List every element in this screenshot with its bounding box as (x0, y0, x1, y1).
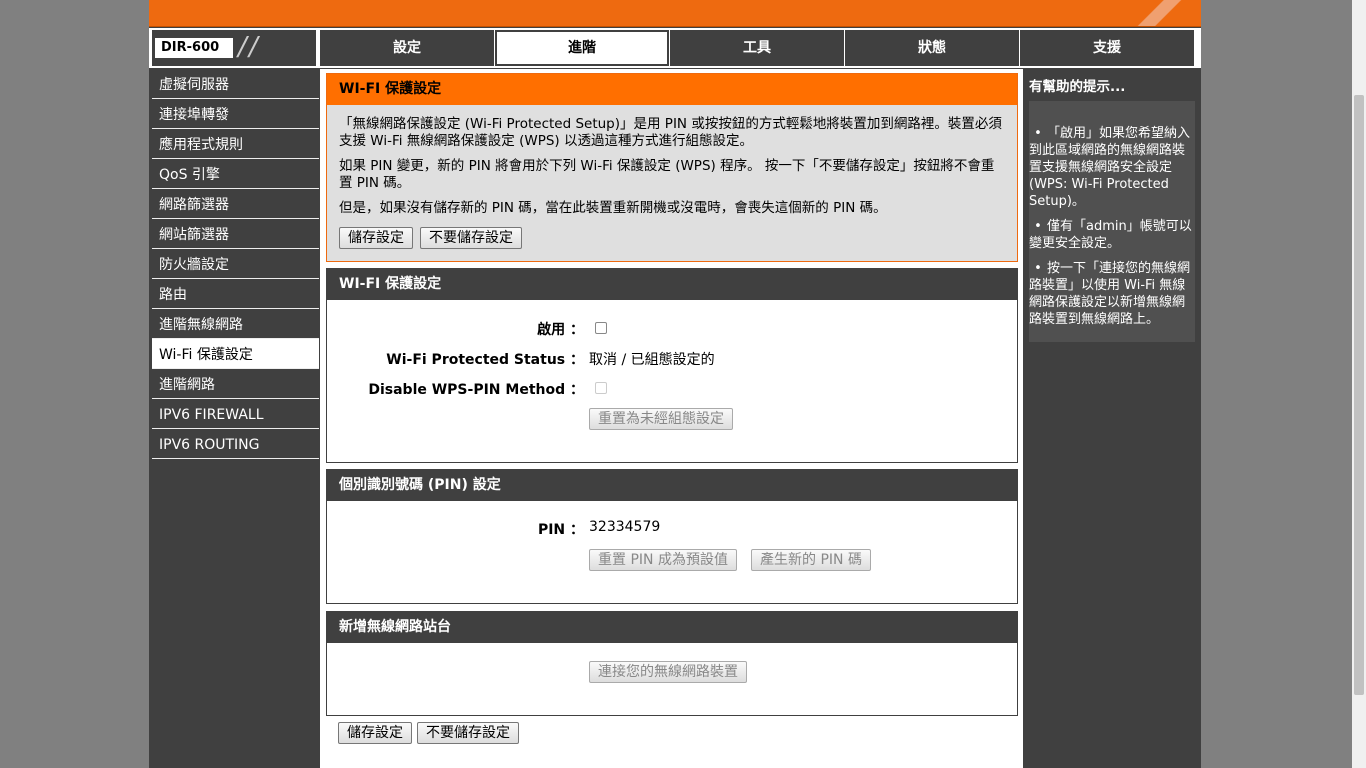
model-slash-decoration: / / (238, 32, 258, 62)
wps-status-label: Wi-Fi Protected Status ： (386, 352, 584, 368)
sidebar-item-website-filter[interactable]: 網站篩選器 (152, 219, 319, 249)
helpful-hints-panel: 有幫助的提示... • 「啟用」如果您希望納入到此區域網路的無線網路裝置支援無線網… (1024, 69, 1200, 768)
intro-paragraph-2: 如果 PIN 變更，新的 PIN 將會用於下列 Wi-Fi 保護設定 (WPS)… (339, 158, 995, 191)
router-page: DIR-600 / / 設定 進階 工具 狀態 支援 虛擬伺服器 連接埠轉發 應… (149, 0, 1201, 768)
pin-title: 個別識別號碼 (PIN) 設定 (327, 470, 1017, 501)
intro-paragraph-3: 但是，如果沒有儲存新的 PIN 碼，當在此裝置重新開機或沒電時，會喪失這個新的 … (339, 200, 887, 216)
wps-status-value: 取消 / 已組態設定的 (589, 352, 715, 368)
sidebar-item-ipv6-routing[interactable]: IPV6 ROUTING (152, 429, 319, 459)
sidebar-item-qos-engine[interactable]: QoS 引擎 (152, 159, 319, 189)
enable-checkbox[interactable] (595, 322, 607, 334)
bullet-icon: • (1034, 219, 1042, 234)
reset-pin-default-button[interactable]: 重置 PIN 成為預設值 (589, 549, 737, 571)
main-content: WI-FI 保護設定 「無線網路保護設定 (Wi-Fi Protected Se… (320, 69, 1023, 768)
add-station-section: 新增無線網路站台 連接您的無線網路裝置 (326, 611, 1018, 716)
sidebar-item-virtual-server[interactable]: 虛擬伺服器 (152, 69, 319, 99)
hint-item: • 「啟用」如果您希望納入到此區域網路的無線網路裝置支援無線網路安全設定 (WPS… (1029, 126, 1191, 209)
hint-item: • 按一下「連接您的無線網路裝置」以使用 Wi-Fi 無線網路保護設定以新增無線網… (1029, 261, 1191, 327)
tab-setup[interactable]: 設定 (320, 30, 494, 66)
banner-decoration (1111, 0, 1201, 26)
bullet-icon: • (1034, 126, 1042, 141)
disable-pin-label: Disable WPS-PIN Method ： (368, 382, 584, 398)
pin-label: PIN ： (537, 522, 584, 538)
header-banner (149, 0, 1201, 27)
pin-section: 個別識別號碼 (PIN) 設定 PIN ： 32334579 重置 PIN 成為… (326, 469, 1018, 604)
wps-title: WI-FI 保護設定 (327, 269, 1017, 300)
tab-support[interactable]: 支援 (1020, 30, 1194, 66)
wps-section: WI-FI 保護設定 啟用 ： Wi-Fi Protected Status ：… (326, 268, 1018, 463)
sidebar-item-advanced-network[interactable]: 進階網路 (152, 369, 319, 399)
hints-title: 有幫助的提示... (1029, 79, 1126, 95)
hint-item: • 僅有「admin」帳號可以變更安全設定。 (1029, 219, 1192, 251)
disable-pin-checkbox[interactable] (595, 382, 607, 394)
scrollbar-thumb[interactable] (1354, 95, 1364, 695)
sidebar-item-port-forwarding[interactable]: 連接埠轉發 (152, 99, 319, 129)
save-settings-button[interactable]: 儲存設定 (339, 227, 413, 249)
enable-label: 啟用 ： (537, 322, 584, 338)
sidebar-item-application-rules[interactable]: 應用程式規則 (152, 129, 319, 159)
dont-save-settings-button[interactable]: 不要儲存設定 (420, 227, 522, 249)
sidebar-item-advanced-wireless[interactable]: 進階無線網路 (152, 309, 319, 339)
tab-advanced[interactable]: 進階 (495, 30, 669, 66)
tab-status[interactable]: 狀態 (845, 30, 1019, 66)
tab-tools[interactable]: 工具 (670, 30, 844, 66)
model-block: DIR-600 / / (152, 30, 316, 66)
bullet-icon: • (1034, 261, 1042, 276)
model-name: DIR-600 (155, 38, 233, 58)
intro-title: WI-FI 保護設定 (327, 74, 1017, 105)
generate-new-pin-button[interactable]: 產生新的 PIN 碼 (751, 549, 871, 571)
page-scrollbar[interactable] (1352, 0, 1366, 768)
bottom-dont-save-settings-button[interactable]: 不要儲存設定 (417, 722, 519, 744)
sidebar-item-routing[interactable]: 路由 (152, 279, 319, 309)
add-station-title: 新增無線網路站台 (327, 612, 1017, 643)
sidebar-item-ipv6-firewall[interactable]: IPV6 FIREWALL (152, 399, 319, 429)
connect-wireless-device-button[interactable]: 連接您的無線網路裝置 (589, 661, 747, 683)
intro-paragraph-1: 「無線網路保護設定 (Wi-Fi Protected Setup)」是用 PIN… (339, 116, 1002, 149)
hints-list: • 「啟用」如果您希望納入到此區域網路的無線網路裝置支援無線網路安全設定 (WPS… (1029, 101, 1195, 342)
intro-section: WI-FI 保護設定 「無線網路保護設定 (Wi-Fi Protected Se… (326, 73, 1018, 262)
sidebar-item-wifi-protected-setup[interactable]: Wi-Fi 保護設定 (152, 339, 319, 369)
pin-value: 32334579 (589, 519, 661, 535)
bottom-save-settings-button[interactable]: 儲存設定 (338, 722, 412, 744)
top-navigation: DIR-600 / / 設定 進階 工具 狀態 支援 (149, 28, 1201, 68)
sidebar-item-network-filter[interactable]: 網路篩選器 (152, 189, 319, 219)
sidebar: 虛擬伺服器 連接埠轉發 應用程式規則 QoS 引擎 網路篩選器 網站篩選器 防火… (152, 69, 319, 768)
sidebar-item-firewall-settings[interactable]: 防火牆設定 (152, 249, 319, 279)
reset-unconfigured-button[interactable]: 重置為未經組態設定 (589, 408, 733, 430)
